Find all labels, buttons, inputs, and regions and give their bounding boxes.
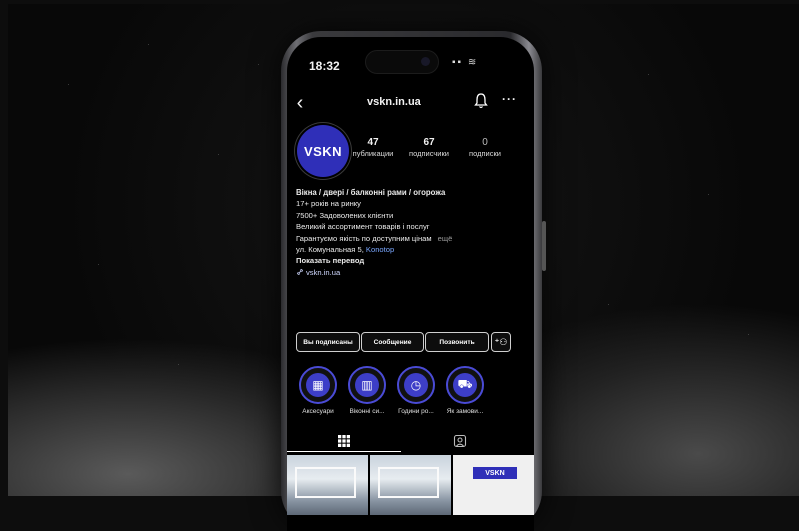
subscribed-button[interactable]: Вы подписаны [296, 332, 360, 352]
phone-mockup: 18:32 ▪▪ ≋ ‹ vskn.in.ua ··· VSKN 47 публ… [281, 31, 546, 531]
bell-icon[interactable] [474, 92, 488, 110]
highlight-accessories[interactable]: ▦ Аксесуари [293, 366, 343, 415]
translate-link[interactable]: Показать перевод [296, 255, 506, 266]
post-thumbnail[interactable] [287, 455, 368, 515]
grid-icon[interactable] [337, 434, 351, 448]
highlight-label: Аксесуари [302, 408, 334, 415]
window-icon: ▥ [355, 373, 379, 397]
bio-address-text: ул. Комунальная 5, [296, 245, 366, 255]
highlight-hours[interactable]: ◷ Години ро... [391, 366, 441, 415]
highlight-label: Віконні си... [349, 408, 385, 415]
stat-posts-label: публикации [352, 149, 394, 158]
status-time: 18:32 [309, 59, 340, 73]
truck-icon: ⛟ [453, 373, 477, 397]
stat-following[interactable]: 0 подписки [455, 137, 515, 158]
active-tab-indicator [287, 451, 401, 452]
add-user-icon: ⁺⚇ [494, 336, 508, 347]
highlight-label: Як замови... [446, 408, 484, 415]
highlight-ring: ▥ [348, 366, 386, 404]
back-arrow-icon[interactable]: ‹ [291, 93, 309, 113]
posts-grid: VSKN [287, 455, 534, 515]
bio-name: Вікна / двері / балконні рами / огорожа [296, 188, 446, 197]
add-user-button[interactable]: ⁺⚇ [491, 332, 511, 352]
stat-posts[interactable]: 47 публикации [343, 137, 403, 158]
post-brand-logo: VSKN [473, 467, 517, 479]
bio-line: Гарантуємо якість по доступним цінам [296, 233, 432, 243]
bio-address: ул. Комунальная 5, Konotop [296, 244, 506, 255]
accessories-icon: ▦ [306, 373, 330, 397]
bio-line: 7500+ Задоволених клієнти [296, 210, 394, 220]
post-thumbnail[interactable]: VSKN [453, 455, 534, 515]
phone-side-button [542, 221, 546, 271]
stat-following-label: подписки [469, 149, 501, 158]
call-button[interactable]: Позвонить [425, 332, 489, 352]
signal-wifi-icon: ▪▪ ≋ [452, 57, 479, 68]
bio-line: 17+ років на ринку [296, 199, 361, 209]
bio-more-link[interactable]: ещё [438, 234, 453, 243]
avatar-logo-text: VSKN [303, 143, 343, 159]
post-thumbnail[interactable] [370, 455, 451, 515]
link-icon [297, 268, 303, 275]
bio-address-link[interactable]: Konotop [366, 245, 394, 254]
highlight-windows[interactable]: ▥ Віконні си... [342, 366, 392, 415]
profile-bio: Вікна / двері / балконні рами / огорожа … [296, 187, 506, 278]
profile-username: vskn.in.ua [367, 96, 421, 108]
clock-icon: ◷ [404, 373, 428, 397]
profile-tabs [287, 430, 534, 452]
stat-following-value: 0 [482, 137, 488, 148]
bio-line: Великий ассортимент товарів і послуг [296, 222, 430, 232]
tagged-photos-icon[interactable] [453, 434, 467, 448]
bio-website[interactable]: vskn.in.ua [296, 267, 506, 278]
phone-screen: 18:32 ▪▪ ≋ ‹ vskn.in.ua ··· VSKN 47 публ… [287, 37, 534, 531]
more-options-icon[interactable]: ··· [502, 92, 517, 106]
dynamic-island [365, 50, 439, 74]
avatar[interactable]: VSKN [297, 125, 349, 177]
stat-posts-value: 47 [367, 137, 379, 148]
bio-line-with-more: Гарантуємо якість по доступним цінам ещё [296, 233, 506, 244]
camera-icon [421, 57, 430, 66]
bio-website-text: vskn.in.ua [306, 267, 341, 277]
stat-followers[interactable]: 67 подписчики [399, 137, 459, 158]
highlight-order[interactable]: ⛟ Як замови... [440, 366, 490, 415]
stat-followers-label: подписчики [409, 149, 449, 158]
highlight-ring: ⛟ [446, 366, 484, 404]
highlight-ring: ▦ [299, 366, 337, 404]
highlight-ring: ◷ [397, 366, 435, 404]
message-button[interactable]: Сообщение [361, 332, 424, 352]
stat-followers-value: 67 [423, 137, 435, 148]
highlight-label: Години ро... [398, 408, 434, 415]
